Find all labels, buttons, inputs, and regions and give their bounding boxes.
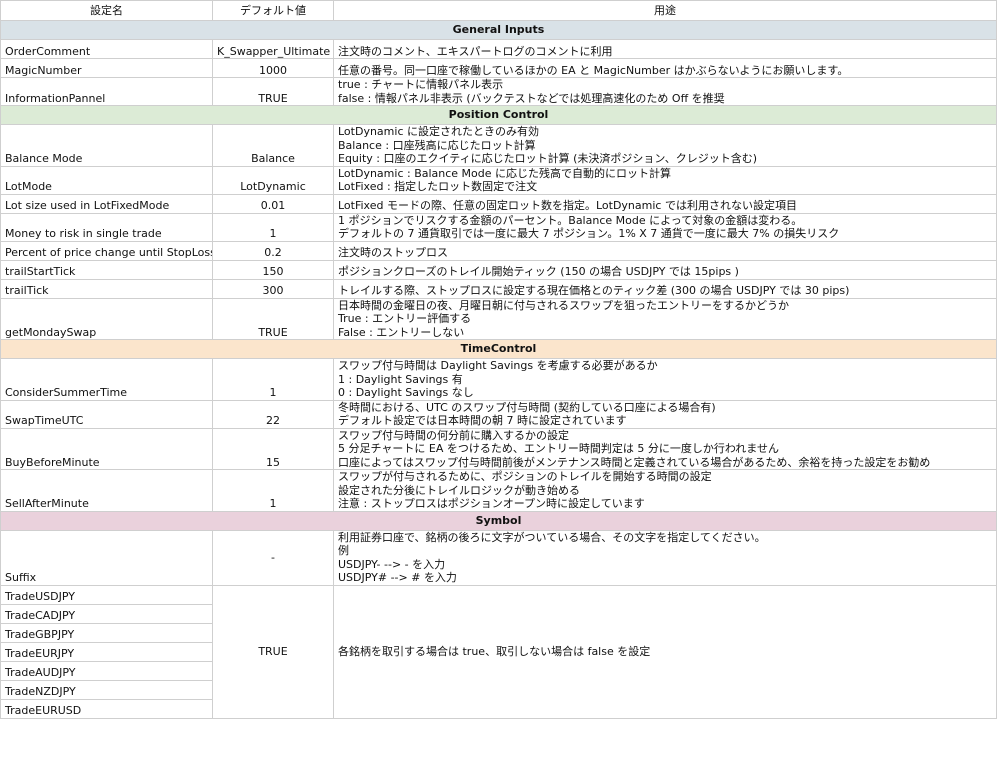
- table-row: ConsiderSummerTime 1 スワップ付与時間は Daylight …: [0, 358, 997, 401]
- table-row: getMondaySwap TRUE 日本時間の金曜日の夜、月曜日朝に付与される…: [0, 297, 997, 340]
- setting-name: ConsiderSummerTime: [0, 358, 213, 401]
- setting-name: Money to risk in single trade: [0, 212, 213, 242]
- setting-name: Lot size used in LotFixedMode: [0, 193, 213, 214]
- setting-default: 0.01: [212, 193, 334, 214]
- table-row: Balance Mode Balance LotDynamic に設定されたとき…: [0, 124, 997, 167]
- setting-name: SwapTimeUTC: [0, 399, 213, 429]
- setting-description: LotDynamic に設定されたときのみ有効 Balance : 口座残高に応…: [333, 124, 997, 167]
- table-row: trailStartTick 150 ポジションクローズのトレイル開始ティック …: [0, 259, 997, 280]
- setting-name: SellAfterMinute: [0, 469, 213, 512]
- table-row: SwapTimeUTC 22 冬時間における、UTC のスワップ付与時間 (契約…: [0, 399, 997, 429]
- setting-description: 各銘柄を取引する場合は true、取引しない場合は false を設定: [333, 584, 997, 719]
- setting-description: 注文時のストップロス: [333, 240, 997, 261]
- setting-name: Suffix: [0, 529, 213, 586]
- setting-description: 注文時のコメント、エキスパートログのコメントに利用: [333, 39, 997, 59]
- setting-default: TRUE: [212, 584, 334, 719]
- setting-description: 冬時間における、UTC のスワップ付与時間 (契約している口座による場合有) デ…: [333, 399, 997, 429]
- table-row: Percent of price change until StopLoss 0…: [0, 240, 997, 261]
- table-row: OrderComment K_Swapper_Ultimate 注文時のコメント…: [0, 39, 997, 59]
- setting-name: TradeAUDJPY: [0, 660, 213, 681]
- setting-default: 15: [212, 427, 334, 470]
- setting-name: TradeCADJPY: [0, 603, 213, 624]
- table-row: InformationPannel TRUE true : チャートに情報パネル…: [0, 77, 997, 106]
- table-row: trailTick 300 トレイルする際、ストップロスに設定する現在価格とのテ…: [0, 278, 997, 299]
- section-row-general: General Inputs: [0, 20, 997, 40]
- setting-default: LotDynamic: [212, 165, 334, 195]
- setting-name: trailTick: [0, 278, 213, 299]
- setting-name: OrderComment: [0, 39, 213, 59]
- setting-name: TradeEURUSD: [0, 698, 213, 719]
- section-time-control: TimeControl: [0, 339, 997, 359]
- section-position-control: Position Control: [0, 105, 997, 125]
- setting-description: スワップ付与時間は Daylight Savings を考慮する必要があるか 1…: [333, 358, 997, 401]
- setting-name: Percent of price change until StopLoss: [0, 240, 213, 261]
- setting-default: Balance: [212, 124, 334, 167]
- setting-default: 1: [212, 469, 334, 512]
- setting-description: 日本時間の金曜日の夜、月曜日朝に付与されるスワップを狙ったエントリーをするかどう…: [333, 297, 997, 340]
- setting-name: TradeEURJPY: [0, 641, 213, 662]
- table-row: LotMode LotDynamic LotDynamic : Balance …: [0, 165, 997, 195]
- section-general-inputs: General Inputs: [0, 20, 997, 40]
- setting-description: スワップが付与されるために、ポジションのトレイルを開始する時間の設定 設定された…: [333, 469, 997, 512]
- setting-default: 1: [212, 212, 334, 242]
- setting-description: LotDynamic : Balance Mode に応じた残高で自動的にロット…: [333, 165, 997, 195]
- setting-default: TRUE: [212, 77, 334, 106]
- table-row: Lot size used in LotFixedMode 0.01 LotFi…: [0, 193, 997, 214]
- setting-description: 任意の番号。同一口座で稼働しているほかの EA と MagicNumber はか…: [333, 58, 997, 78]
- setting-name: TradeNZDJPY: [0, 679, 213, 700]
- settings-table: 設定名 デフォルト値 用途 General Inputs OrderCommen…: [0, 0, 997, 719]
- header-usage: 用途: [333, 0, 997, 21]
- setting-name: trailStartTick: [0, 259, 213, 280]
- setting-name: BuyBeforeMinute: [0, 427, 213, 470]
- setting-name: Balance Mode: [0, 124, 213, 167]
- setting-description: true : チャートに情報パネル表示 false : 情報パネル非表示 (バッ…: [333, 77, 997, 106]
- setting-default: 150: [212, 259, 334, 280]
- setting-default: 300: [212, 278, 334, 299]
- table-row: SellAfterMinute 1 スワップが付与されるために、ポジションのトレ…: [0, 469, 997, 512]
- setting-description: トレイルする際、ストップロスに設定する現在価格とのティック差 (300 の場合 …: [333, 278, 997, 299]
- setting-default: 1000: [212, 58, 334, 78]
- header-setting-name: 設定名: [0, 0, 213, 21]
- section-row-symbol: Symbol: [0, 510, 997, 531]
- setting-description: 利用証券口座で、銘柄の後ろに文字がついている場合、その文字を指定してください。 …: [333, 529, 997, 586]
- table-row: TradeUSDJPY TRUE 各銘柄を取引する場合は true、取引しない場…: [0, 584, 997, 719]
- header-row: 設定名 デフォルト値 用途: [0, 0, 997, 21]
- setting-name: InformationPannel: [0, 77, 213, 106]
- table-row: MagicNumber 1000 任意の番号。同一口座で稼働しているほかの EA…: [0, 58, 997, 78]
- setting-default: 22: [212, 399, 334, 429]
- section-symbol: Symbol: [0, 510, 997, 531]
- table-row: BuyBeforeMinute 15 スワップ付与時間の何分前に購入するかの設定…: [0, 427, 997, 470]
- setting-description: スワップ付与時間の何分前に購入するかの設定 5 分足チャートに EA をつけるた…: [333, 427, 997, 470]
- setting-name: TradeGBPJPY: [0, 622, 213, 643]
- setting-name: MagicNumber: [0, 58, 213, 78]
- setting-name: getMondaySwap: [0, 297, 213, 340]
- setting-default: 1: [212, 358, 334, 401]
- setting-default: 0.2: [212, 240, 334, 261]
- setting-default: -: [212, 529, 334, 586]
- setting-name: TradeUSDJPY: [0, 584, 213, 605]
- section-row-time: TimeControl: [0, 339, 997, 359]
- setting-default: K_Swapper_Ultimate: [212, 39, 334, 59]
- setting-default: TRUE: [212, 297, 334, 340]
- header-default-value: デフォルト値: [212, 0, 334, 21]
- table-row: Money to risk in single trade 1 1 ポジションで…: [0, 212, 997, 242]
- setting-description: LotFixed モードの際、任意の固定ロット数を指定。LotDynamic で…: [333, 193, 997, 214]
- table-row: Suffix - 利用証券口座で、銘柄の後ろに文字がついている場合、その文字を指…: [0, 529, 997, 586]
- setting-name: LotMode: [0, 165, 213, 195]
- setting-description: 1 ポジションでリスクする金額のパーセント。Balance Mode によって対…: [333, 212, 997, 242]
- setting-description: ポジションクローズのトレイル開始ティック (150 の場合 USDJPY では …: [333, 259, 997, 280]
- section-row-position: Position Control: [0, 105, 997, 125]
